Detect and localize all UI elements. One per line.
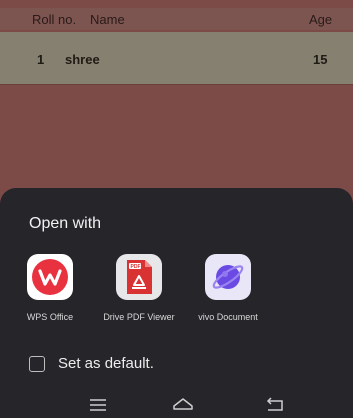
app-label-drive-pdf-viewer: Drive PDF Viewer [103,312,175,322]
vivo-document-icon [205,254,251,300]
app-option-vivo-document[interactable]: vivo Document [188,254,268,324]
set-as-default-checkbox[interactable] [29,356,45,372]
app-label-vivo-document: vivo Document [198,312,258,322]
sheet-title: Open with [29,215,102,232]
cell-roll: 1 [37,52,45,67]
wps-office-icon [27,254,73,300]
table-row[interactable]: 1 shree 15 [0,32,353,84]
drive-pdf-viewer-icon: PDF [116,254,162,300]
table-header: Roll no. Name Age [0,8,353,30]
row-divider [0,84,353,85]
cell-age: 15 [313,52,328,67]
svg-text:PDF: PDF [131,264,141,270]
home-icon[interactable] [171,395,195,415]
menu-icon[interactable] [86,395,110,415]
cell-name: shree [65,52,100,67]
app-option-drive-pdf-viewer[interactable]: PDF Drive PDF Viewer [99,254,179,324]
app-option-wps-office[interactable]: WPS Office [10,254,90,324]
set-as-default-label: Set as default. [58,355,154,372]
column-header-name: Name [90,12,125,27]
back-icon[interactable] [263,395,287,415]
open-with-sheet: Open with WPS Office PDF Drive PDF Viewe… [0,188,353,418]
column-header-age: Age [309,12,333,27]
app-label-wps-office: WPS Office [26,312,74,322]
column-header-roll: Roll no. [32,12,77,27]
navigation-bar [0,392,353,418]
